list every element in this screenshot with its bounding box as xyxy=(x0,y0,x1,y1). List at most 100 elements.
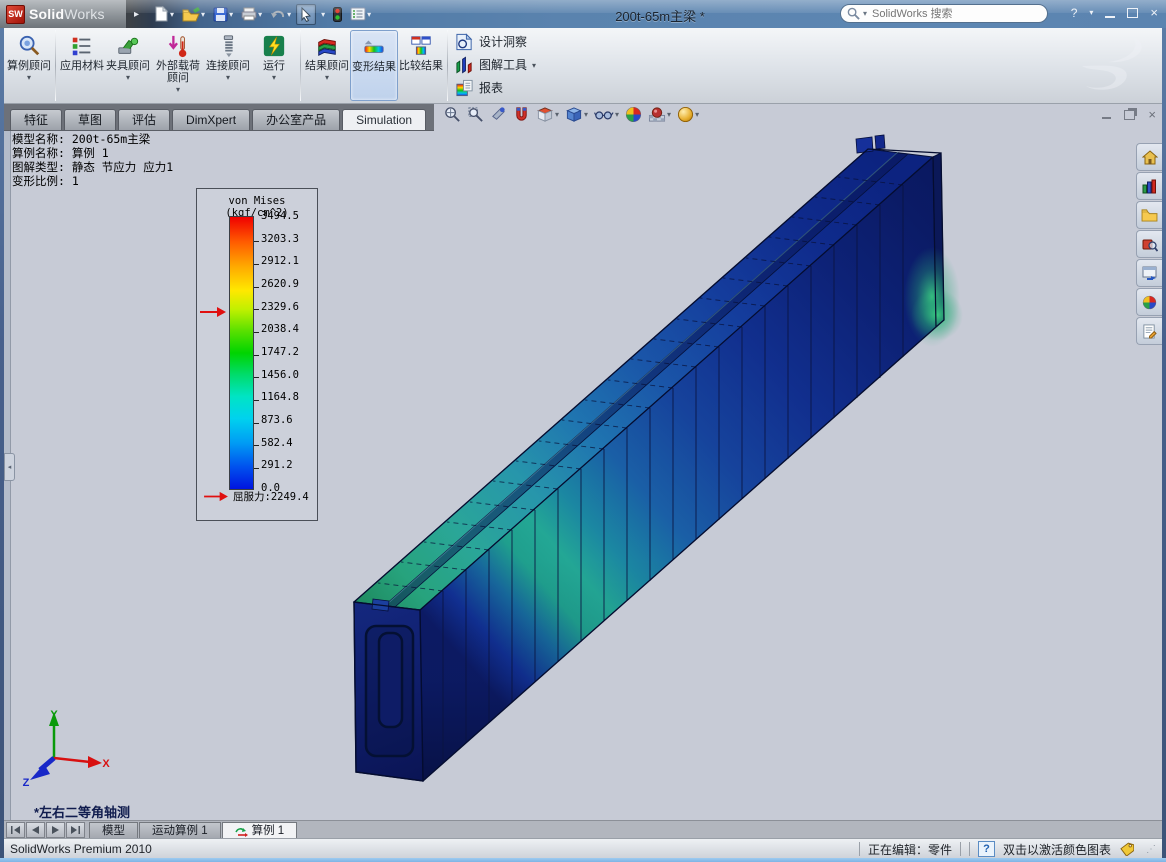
rebuild-traffic-light-icon xyxy=(333,7,342,22)
chevron-down-icon[interactable]: ▾ xyxy=(170,10,174,19)
previous-view-button[interactable] xyxy=(490,106,507,123)
chevron-down-icon[interactable]: ▾ xyxy=(287,10,291,19)
search-box[interactable]: ▾ xyxy=(840,4,1048,23)
chevron-down-icon[interactable]: ▾ xyxy=(532,61,536,70)
edit-appearance-button[interactable] xyxy=(625,106,642,123)
ribbon-button-connections-advisor[interactable]: 连接顾问 ▾ xyxy=(205,30,251,101)
window-border-bottom xyxy=(0,858,1166,862)
options-button[interactable]: ▾ xyxy=(347,5,374,23)
next-tab-button[interactable] xyxy=(46,822,65,838)
maximize-button[interactable] xyxy=(1127,8,1138,18)
stress-legend[interactable]: von Mises (kgf/cm^2) 3494.5 3203.3 2912.… xyxy=(196,188,318,521)
doc-minimize-button[interactable] xyxy=(1102,110,1111,119)
zoom-fit-button[interactable] xyxy=(444,106,461,123)
solidworks-resources-button[interactable] xyxy=(1136,143,1162,171)
ribbon-button-plot-tools[interactable]: 图解工具 ▾ xyxy=(455,55,536,74)
chevron-down-icon[interactable]: ▾ xyxy=(667,110,671,119)
chevron-down-icon[interactable]: ▾ xyxy=(367,10,371,19)
menu-expand-icon[interactable]: ▸ xyxy=(134,9,139,20)
tab-office-products[interactable]: 办公室产品 xyxy=(252,109,340,130)
chevron-down-icon[interactable]: ▾ xyxy=(201,10,205,19)
doc-tab-label: 模型 xyxy=(102,823,125,839)
chevron-down-icon[interactable]: ▾ xyxy=(176,85,180,94)
tag-icon[interactable] xyxy=(1119,842,1134,856)
chevron-down-icon[interactable]: ▾ xyxy=(126,73,130,82)
resize-grip[interactable]: ⋰ xyxy=(1146,844,1156,855)
graphics-viewport[interactable]: ◂ 模型名称: 200t-65m主梁算例名称: 算例 1图解类型: 静态 节应力… xyxy=(4,128,1162,820)
chevron-down-icon[interactable]: ▾ xyxy=(258,10,262,19)
design-library-button[interactable] xyxy=(1136,172,1162,200)
splitter-handle[interactable]: ◂ xyxy=(4,453,15,481)
chevron-down-icon[interactable]: ▾ xyxy=(27,73,31,82)
doc-tab-label: 运动算例 1 xyxy=(152,823,208,839)
chevron-down-icon[interactable]: ▾ xyxy=(555,110,559,119)
chevron-down-icon[interactable]: ▾ xyxy=(1089,8,1093,17)
plot-type-line: 图解类型: 静态 节应力 应力1 xyxy=(12,160,173,174)
chevron-down-icon[interactable]: ▾ xyxy=(272,73,276,82)
chevron-down-icon[interactable]: ▾ xyxy=(226,73,230,82)
previous-tab-button[interactable] xyxy=(26,822,45,838)
ribbon-button-fixtures-advisor[interactable]: 夹具顾问 ▾ xyxy=(105,30,151,101)
solidworks-search-button[interactable] xyxy=(1136,230,1162,258)
open-button[interactable]: ▾ xyxy=(179,5,208,24)
compare-results-icon xyxy=(409,33,433,59)
chevron-down-icon[interactable]: ▾ xyxy=(325,73,329,82)
results-advisor-icon xyxy=(315,33,339,59)
new-document-button[interactable]: ▾ xyxy=(151,4,177,24)
file-explorer-button[interactable] xyxy=(1136,201,1162,229)
ribbon-button-deformed-result[interactable]: 变形结果 xyxy=(350,30,398,101)
rebuild-button[interactable] xyxy=(330,5,345,24)
tab-features[interactable]: 特征 xyxy=(10,109,62,130)
chevron-down-icon[interactable]: ▾ xyxy=(863,9,867,18)
tab-simulation[interactable]: Simulation xyxy=(342,109,426,130)
chevron-down-icon[interactable]: ▾ xyxy=(584,110,588,119)
doc-tab-motion-study[interactable]: 运动算例 1 xyxy=(139,822,221,839)
first-tab-button[interactable] xyxy=(6,822,25,838)
tab-dimxpert[interactable]: DimXpert xyxy=(172,109,250,130)
ribbon-button-study-advisor[interactable]: 算例顾问 ▾ xyxy=(6,30,52,101)
zoom-area-button[interactable] xyxy=(467,106,484,123)
hide-show-items-button[interactable]: ▾ xyxy=(594,106,619,123)
undo-button[interactable]: ▾ xyxy=(267,5,294,23)
section-view-button[interactable] xyxy=(513,106,530,123)
minimize-button[interactable] xyxy=(1105,8,1115,18)
solidworks-cube-icon: SW xyxy=(6,5,25,24)
chevron-down-icon[interactable]: ▾ xyxy=(615,110,619,119)
apply-material-icon xyxy=(70,33,94,59)
appearance-ball-icon xyxy=(625,106,642,123)
chevron-down-icon[interactable]: ▾ xyxy=(695,110,699,119)
tab-sketch[interactable]: 草图 xyxy=(64,109,116,130)
save-button[interactable]: ▾ xyxy=(210,5,236,24)
ribbon-button-run[interactable]: 运行 ▾ xyxy=(251,30,297,101)
view-palette-button[interactable] xyxy=(1136,259,1162,287)
select-dropdown[interactable]: ▾ xyxy=(318,8,328,21)
plot-header-info: 模型名称: 200t-65m主梁算例名称: 算例 1图解类型: 静态 节应力 应… xyxy=(12,132,173,188)
ribbon-button-design-insight[interactable]: 设计洞察 xyxy=(455,32,536,51)
tab-evaluate[interactable]: 评估 xyxy=(118,109,170,130)
last-tab-button[interactable] xyxy=(66,822,85,838)
chevron-down-icon[interactable]: ▾ xyxy=(229,10,233,19)
view-orientation-button[interactable]: ▾ xyxy=(536,106,559,123)
apply-scene-button[interactable]: ▾ xyxy=(648,106,671,123)
print-button[interactable]: ▾ xyxy=(238,5,265,23)
doc-tab-model[interactable]: 模型 xyxy=(89,822,138,839)
beam-model[interactable] xyxy=(4,128,1162,820)
ribbon-button-compare-results[interactable]: 比较结果 xyxy=(398,30,444,101)
display-style-button[interactable]: ▾ xyxy=(565,106,588,123)
ribbon-button-apply-material[interactable]: 应用材料 xyxy=(59,30,105,101)
close-button[interactable]: × xyxy=(1150,5,1158,20)
legend-tick xyxy=(254,264,259,265)
doc-tab-study-1[interactable]: 算例 1 xyxy=(222,822,298,839)
help-button[interactable]: ? xyxy=(1071,6,1078,20)
view-settings-button[interactable]: ▾ xyxy=(677,106,699,123)
appearances-scenes-button[interactable] xyxy=(1136,288,1162,316)
ribbon-button-results-advisor[interactable]: 结果顾问 ▾ xyxy=(304,30,350,101)
ribbon-button-report[interactable]: 报表 xyxy=(455,78,536,97)
select-button[interactable] xyxy=(296,4,316,25)
doc-restore-button[interactable] xyxy=(1124,110,1135,120)
ribbon-button-external-loads-advisor[interactable]: 外部载荷顾问 ▾ xyxy=(151,30,205,101)
doc-close-button[interactable]: × xyxy=(1148,107,1156,122)
custom-properties-button[interactable] xyxy=(1136,317,1162,345)
quick-tip-help-icon[interactable]: ? xyxy=(978,841,995,857)
search-input[interactable] xyxy=(870,7,1041,21)
